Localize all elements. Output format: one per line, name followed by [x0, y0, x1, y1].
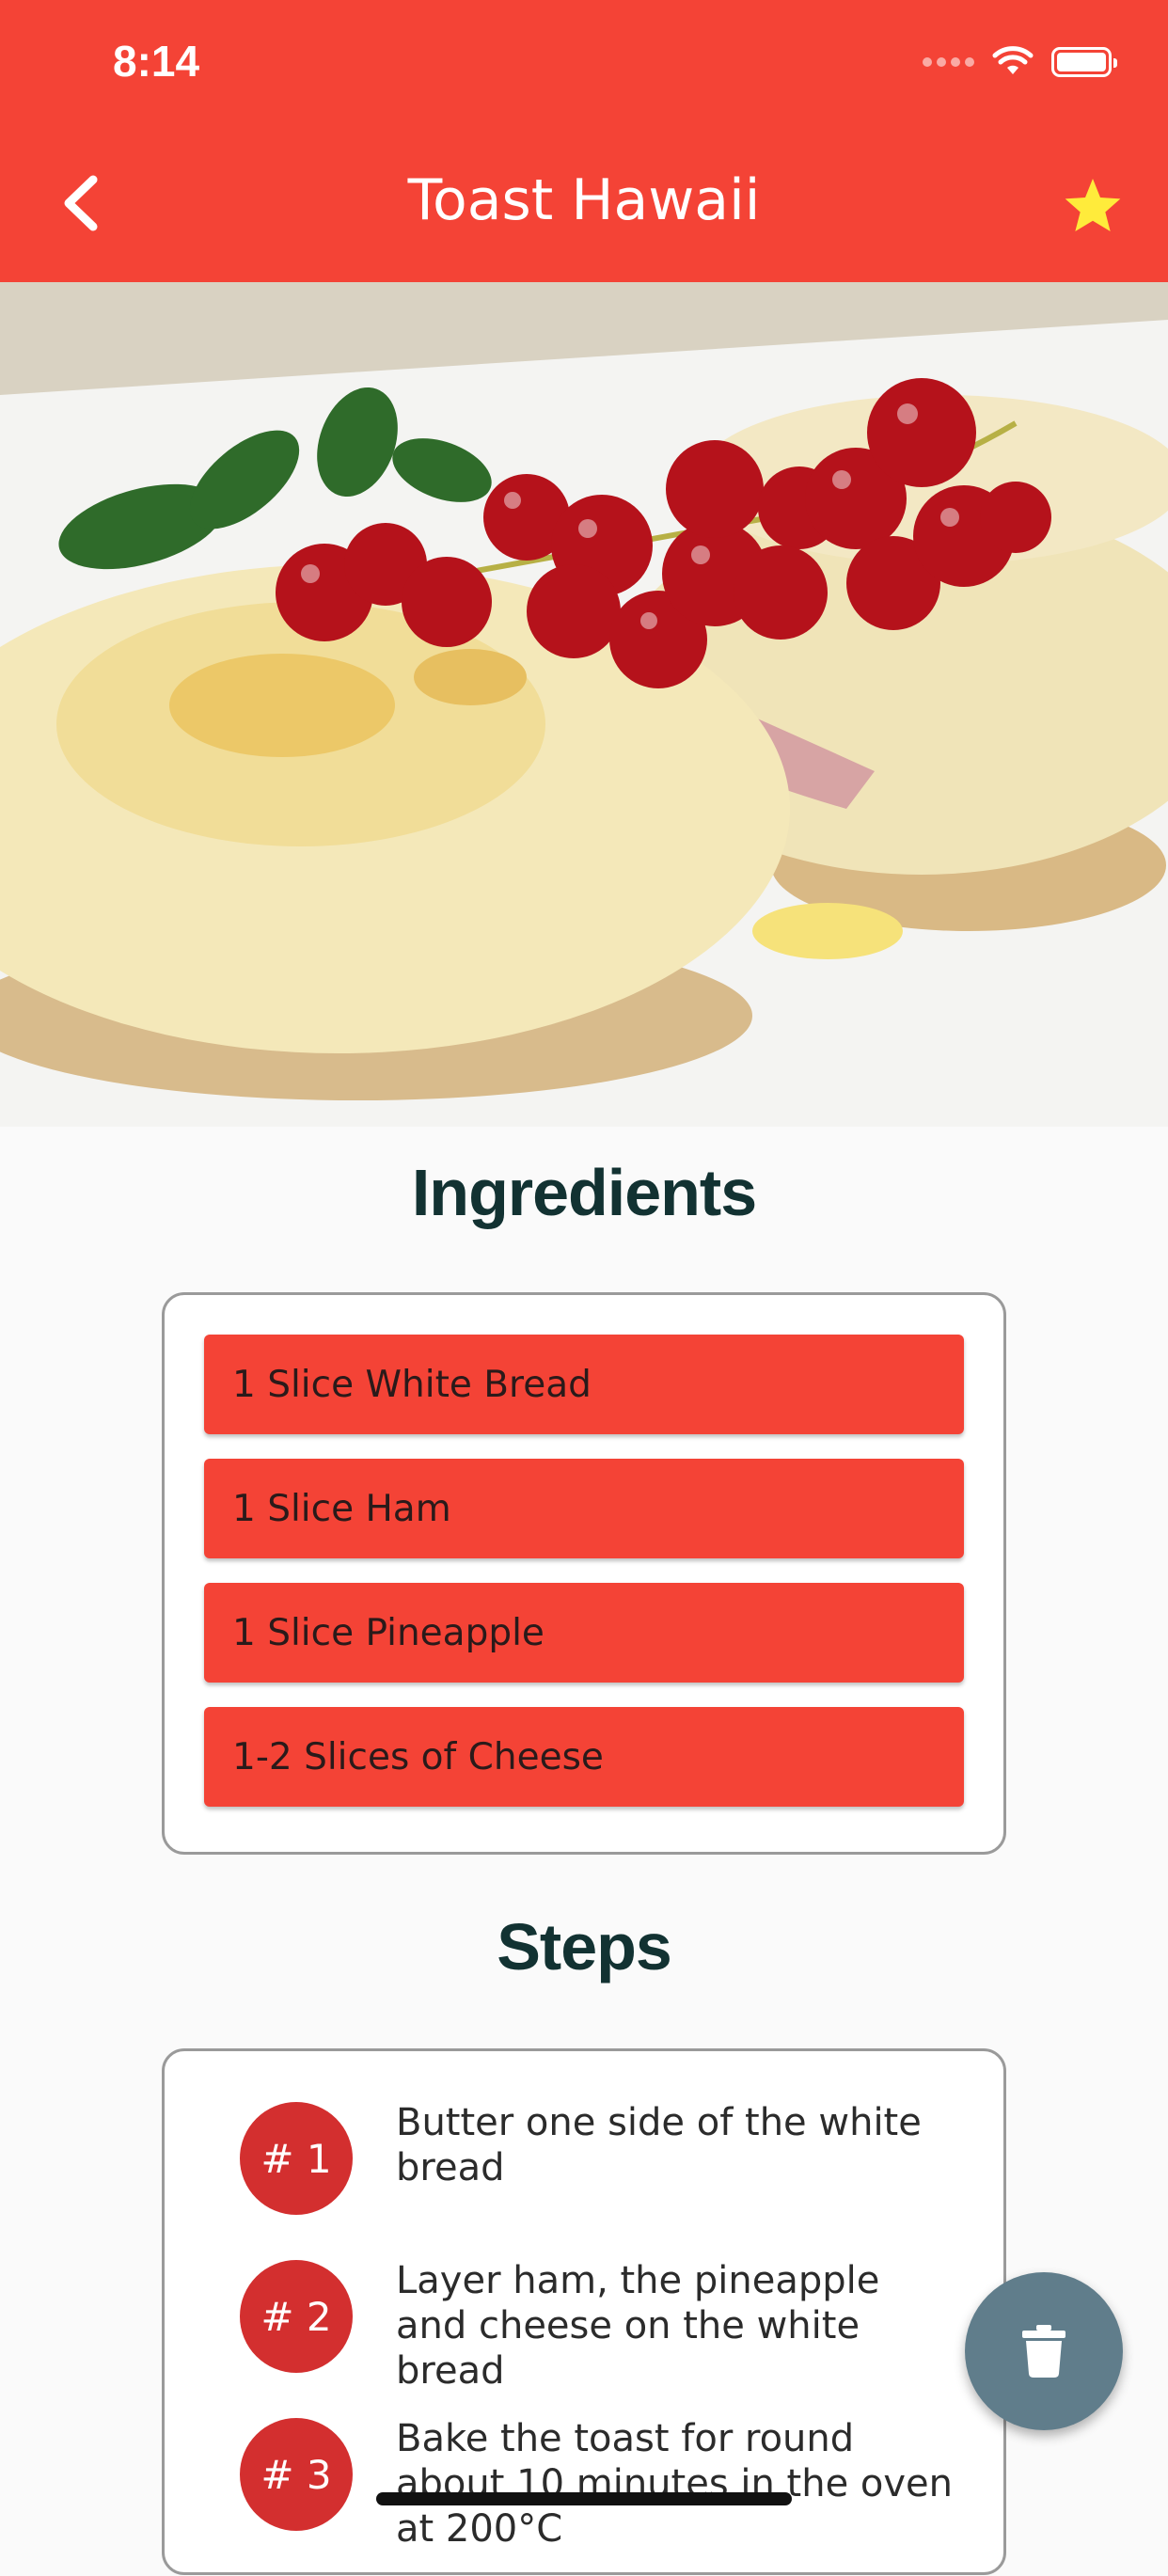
ingredients-card: 1 Slice White Bread 1 Slice Ham 1 Slice …: [162, 1292, 1006, 1855]
ingredient-item: 1 Slice Ham: [204, 1459, 964, 1558]
recipe-image: [0, 282, 1168, 1127]
step-text: Butter one side of the white bread: [396, 2101, 922, 2189]
signal-icon: [923, 57, 974, 67]
step-text: Layer ham, the pineapple and cheese on t…: [396, 2259, 880, 2393]
status-icons: [923, 43, 1117, 81]
delete-button[interactable]: [965, 2272, 1123, 2430]
battery-icon: [1051, 47, 1117, 77]
step-number-badge: # 1: [240, 2102, 353, 2215]
step-number-badge: # 2: [240, 2260, 353, 2373]
wifi-icon: [992, 46, 1034, 74]
ingredient-item: 1 Slice Pineapple: [204, 1583, 964, 1683]
app-bar: 8:14 Toast Hawaii: [0, 0, 1168, 282]
trash-icon: [1022, 2325, 1065, 2378]
step-text: Bake the toast for round about 10 minute…: [396, 2417, 954, 2551]
star-icon: [1065, 179, 1121, 231]
ingredient-item: 1 Slice White Bread: [204, 1335, 964, 1434]
steps-heading: Steps: [497, 1910, 672, 1983]
favorite-button[interactable]: [1055, 167, 1130, 243]
ingredients-heading: Ingredients: [411, 1156, 757, 1229]
home-indicator[interactable]: [376, 2492, 792, 2505]
step-number-badge: # 3: [240, 2418, 353, 2531]
step-item: # 1 Butter one side of the white bread: [165, 2101, 1003, 2260]
ingredient-item: 1-2 Slices of Cheese: [204, 1707, 964, 1807]
step-item: # 2 Layer ham, the pineapple and cheese …: [165, 2259, 1003, 2418]
page-title: Toast Hawaii: [407, 167, 761, 233]
status-time: 8:14: [113, 37, 200, 86]
